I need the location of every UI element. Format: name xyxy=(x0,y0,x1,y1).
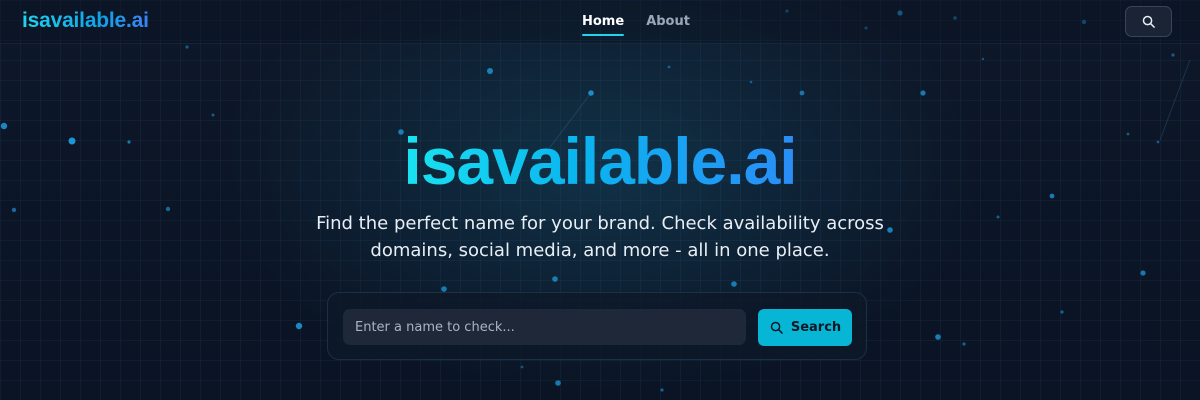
nav-link-home[interactable]: Home xyxy=(582,14,625,36)
header-search-button[interactable] xyxy=(1125,6,1172,37)
hero-subtitle-line-1: Find the perfect name for your brand. Ch… xyxy=(316,213,884,234)
search-icon xyxy=(770,321,783,334)
nav-link-about[interactable]: About xyxy=(646,14,690,29)
hero-subtitle: Find the perfect name for your brand. Ch… xyxy=(300,210,900,264)
main-nav: Home About xyxy=(582,14,690,36)
hero-title: isavailable.ai xyxy=(0,128,1200,194)
hero-title-text: isavailable.ai xyxy=(403,124,797,198)
search-button[interactable]: Search xyxy=(758,309,852,346)
hero-subtitle-line-2: domains, social media, and more - all in… xyxy=(370,240,830,261)
search-panel: Search xyxy=(327,292,867,360)
top-navbar: isavailable.ai Home About xyxy=(0,0,1200,44)
search-icon xyxy=(1142,15,1155,28)
name-search-input[interactable] xyxy=(343,309,746,345)
logo[interactable]: isavailable.ai xyxy=(22,9,149,33)
search-button-label: Search xyxy=(790,320,842,335)
